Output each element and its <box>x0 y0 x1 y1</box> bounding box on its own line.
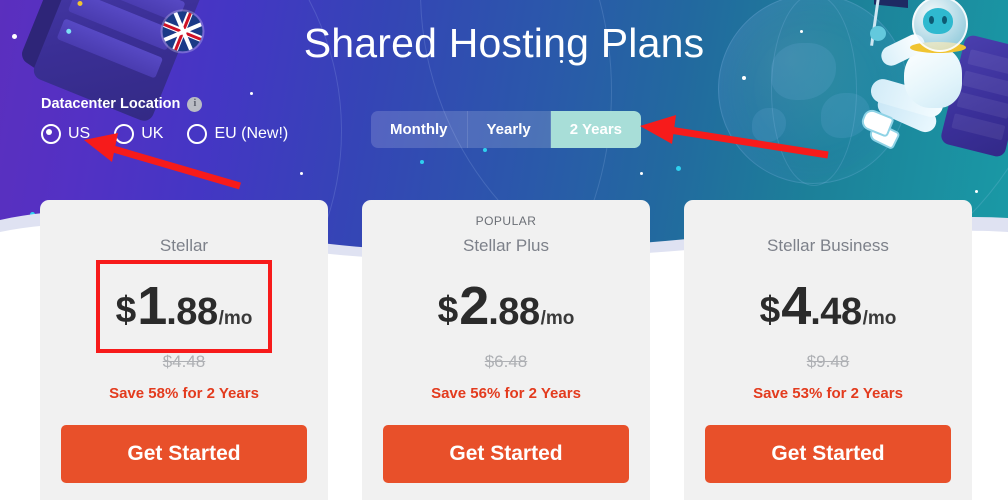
plan-price: $ 1 .88 /mo <box>116 279 253 333</box>
price-whole: 2 <box>459 276 489 336</box>
tab-two-years[interactable]: 2 Years <box>550 111 641 148</box>
get-started-button-stellar[interactable]: Get Started <box>61 425 307 483</box>
page-title: Shared Hosting Plans <box>303 20 705 66</box>
info-icon[interactable]: i <box>187 96 203 112</box>
plan-price-wrap: $ 1 .88 /mo <box>40 260 328 353</box>
radio-label-eu: EU (New!) <box>214 125 289 142</box>
radio-option-uk[interactable]: UK <box>114 124 163 144</box>
price-period: /mo <box>218 308 253 329</box>
plan-save-text: Save 56% for 2 Years <box>431 385 581 402</box>
plan-name: Stellar Plus <box>463 236 549 255</box>
billing-period-tabs: Monthly Yearly 2 Years <box>371 111 641 148</box>
price-currency: $ <box>115 289 137 330</box>
tab-monthly[interactable]: Monthly <box>371 111 468 148</box>
plan-price: $ 4 .48 /mo <box>760 279 897 333</box>
radio-label-uk: UK <box>141 125 164 142</box>
plan-save-text: Save 53% for 2 Years <box>753 385 903 402</box>
get-started-button-stellar-plus[interactable]: Get Started <box>383 425 629 483</box>
plan-price-wrap: $ 2 .88 /mo <box>362 268 650 344</box>
plan-price: $ 2 .88 /mo <box>438 279 575 333</box>
radio-label-us: US <box>68 125 91 142</box>
radio-dot-eu[interactable] <box>187 124 208 144</box>
plan-save-text: Save 58% for 2 Years <box>109 385 259 402</box>
radio-dot-us[interactable] <box>41 124 61 144</box>
radio-option-us[interactable]: US <box>41 124 90 144</box>
price-whole: 4 <box>781 276 811 336</box>
price-period: /mo <box>862 308 897 329</box>
price-period: /mo <box>540 308 575 329</box>
price-currency: $ <box>437 289 459 330</box>
price-fraction: .88 <box>166 291 218 333</box>
price-fraction: .48 <box>810 291 862 333</box>
radio-option-eu[interactable]: EU (New!) <box>187 124 288 144</box>
plan-name: Stellar Business <box>767 236 889 255</box>
plan-card-stellar-business[interactable]: Stellar Business $ 4 .48 /mo $9.48 Save … <box>684 200 972 500</box>
plan-badge: POPULAR <box>475 214 537 228</box>
price-currency: $ <box>759 289 781 330</box>
plan-card-stellar[interactable]: Stellar $ 1 .88 /mo $4.48 Save 58% for 2… <box>40 200 328 500</box>
plan-old-price: $4.48 <box>162 352 206 371</box>
get-started-button-stellar-business[interactable]: Get Started <box>705 425 951 483</box>
plan-card-stellar-plus[interactable]: POPULAR Stellar Plus $ 2 .88 /mo $6.48 S… <box>362 200 650 500</box>
datacenter-location-group: Datacenter Location i US UK EU (New!) <box>41 96 312 144</box>
plan-old-price: $6.48 <box>484 352 528 371</box>
datacenter-radio-group: US UK EU (New!) <box>41 124 312 144</box>
radio-dot-uk[interactable] <box>114 124 135 144</box>
price-fraction: .88 <box>488 291 540 333</box>
plan-name: Stellar <box>159 236 209 255</box>
datacenter-label: Datacenter Location <box>41 96 181 112</box>
plan-old-price: $9.48 <box>806 352 850 371</box>
pricing-cards: Stellar $ 1 .88 /mo $4.48 Save 58% for 2… <box>0 200 1008 500</box>
price-whole: 1 <box>137 276 167 336</box>
tab-yearly[interactable]: Yearly <box>467 111 551 148</box>
datacenter-label-row: Datacenter Location i <box>41 96 312 112</box>
plan-price-wrap: $ 4 .48 /mo <box>684 268 972 344</box>
pricing-page: Shared Hosting Plans Datacenter Location… <box>0 0 1008 500</box>
